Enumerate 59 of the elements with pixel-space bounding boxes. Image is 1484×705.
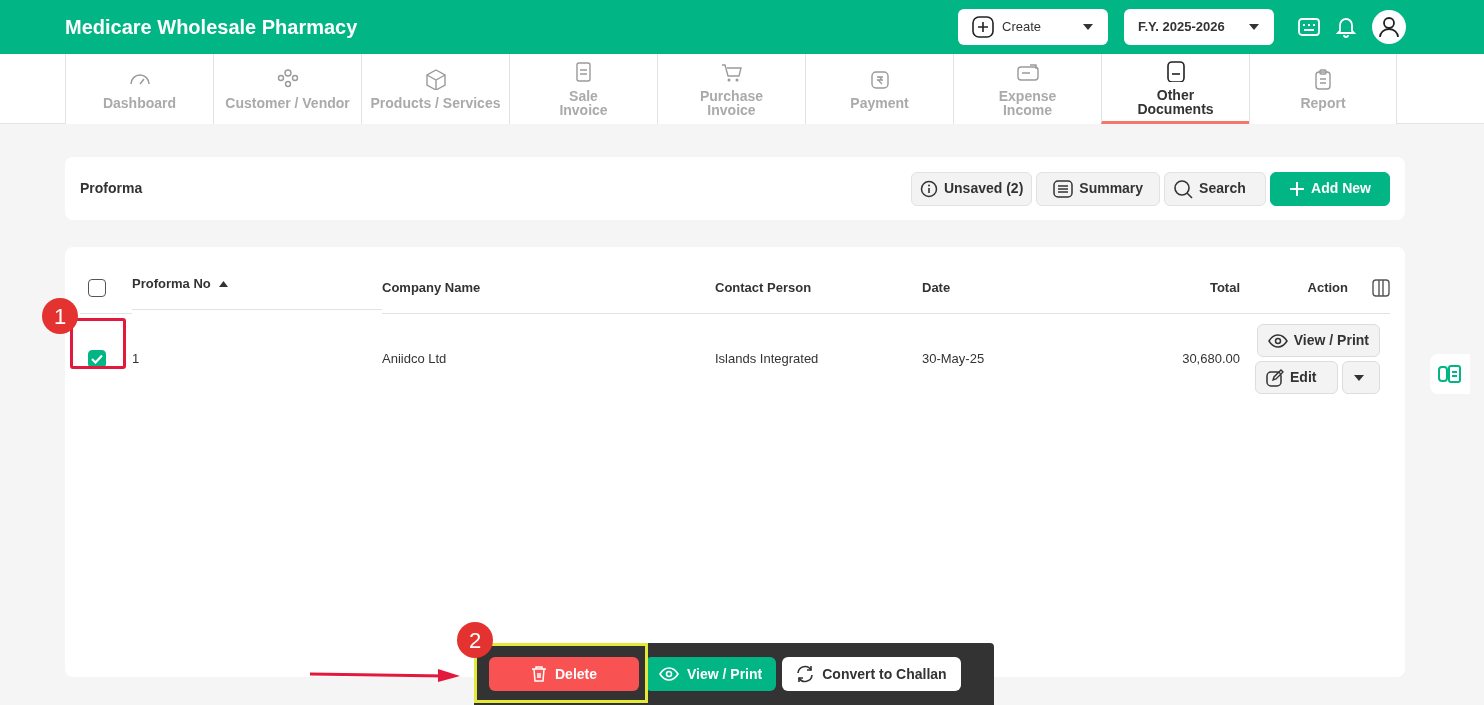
delete-button[interactable]: Delete <box>489 657 639 691</box>
edit-button[interactable]: Edit <box>1255 361 1338 394</box>
column-header: Company Name <box>382 278 481 297</box>
columns-icon <box>1372 278 1390 297</box>
bell-icon[interactable] <box>1336 16 1356 38</box>
nav-tab[interactable]: Dashboard <box>65 54 213 124</box>
table-cell-text: Aniidco Ltd <box>382 350 447 369</box>
nav-tab[interactable]: Sale Invoice <box>509 54 657 124</box>
nav-tab[interactable]: Purchase Invoice <box>657 54 805 124</box>
fiscal-year-dropdown[interactable]: F.Y. 2025-2026 <box>1124 9 1274 45</box>
nav-tab[interactable]: Report <box>1249 54 1397 124</box>
more-actions-button[interactable] <box>1342 361 1380 394</box>
document-icon <box>1438 365 1462 383</box>
table-cell-text: 30,680.00 <box>1182 350 1240 369</box>
nav-tab[interactable]: Products / Services <box>361 54 509 124</box>
caret-down-icon <box>1082 23 1094 31</box>
eye-icon <box>659 667 679 681</box>
plus-icon <box>972 16 994 38</box>
app-title: Medicare Wholesale Pharmacy <box>65 15 358 40</box>
table-cell-text: 1 <box>132 350 140 369</box>
nav-tab[interactable]: Other Documents <box>1101 54 1249 124</box>
page-title: Proforma <box>80 179 143 198</box>
caret-down-icon <box>1248 23 1260 31</box>
side-panel-tab[interactable] <box>1430 354 1470 394</box>
caret-down-icon <box>1353 373 1365 382</box>
column-header: Total <box>1209 278 1240 297</box>
money-icon <box>1015 61 1040 83</box>
info-icon <box>919 179 938 198</box>
refresh-icon <box>796 665 815 683</box>
list-icon <box>1053 179 1074 198</box>
info-button[interactable]: Unsaved (2) <box>910 171 1033 206</box>
plus-icon <box>1289 180 1306 197</box>
nav-tab[interactable]: Expense Income <box>953 54 1101 124</box>
column-header: Date <box>922 278 951 297</box>
column-header: Contact Person <box>715 278 812 297</box>
checkbox[interactable] <box>88 278 106 297</box>
search-icon <box>1173 178 1194 199</box>
view-print-button[interactable]: View / Print <box>645 657 777 691</box>
table-cell-text: Islands Integrated <box>715 350 819 369</box>
cart-icon <box>719 61 744 83</box>
view-print-button[interactable]: View / Print <box>1256 324 1380 357</box>
nav-tab[interactable]: Payment <box>805 54 953 124</box>
edit-icon <box>1266 368 1284 387</box>
search-button[interactable]: Search <box>1164 171 1267 206</box>
column-header: Action <box>1307 278 1348 297</box>
convert-button[interactable]: Convert to Challan <box>782 657 961 691</box>
box-icon <box>423 68 448 90</box>
keyboard-icon[interactable] <box>1298 18 1320 36</box>
column-header: Proforma No <box>132 274 211 293</box>
step-marker: 1 <box>42 298 78 334</box>
add-new-button[interactable]: Add New <box>1270 171 1390 206</box>
create-button[interactable]: Create <box>958 9 1108 45</box>
trash-icon <box>531 665 547 683</box>
table-cell-text: 30-May-25 <box>922 350 985 369</box>
people-icon <box>275 68 300 90</box>
user-avatar-icon[interactable] <box>1372 10 1406 44</box>
nav-tab[interactable]: Customer / Vendor <box>213 54 361 124</box>
summary-button[interactable]: Summary <box>1036 171 1161 206</box>
eye-icon <box>1267 333 1288 348</box>
